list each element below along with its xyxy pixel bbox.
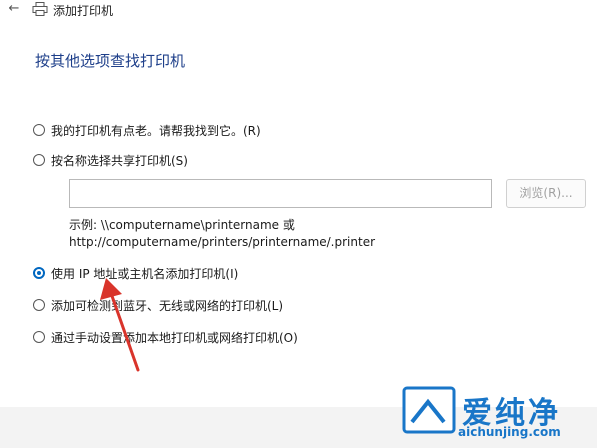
option-label: 我的打印机有点老。请帮我找到它。(R) bbox=[51, 123, 261, 138]
option-label: 通过手动设置添加本地打印机或网络打印机(O) bbox=[51, 330, 298, 345]
radio-bluetooth-wireless[interactable] bbox=[33, 299, 45, 311]
watermark-logo: 爱纯净 aichunjing.com bbox=[402, 386, 592, 444]
example-line-2: http://computername/printers/printername… bbox=[69, 235, 376, 249]
back-arrow-icon[interactable]: ← bbox=[6, 1, 22, 17]
page-heading: 按其他选项查找打印机 bbox=[35, 52, 186, 70]
example-line-1: 示例: \\computername\printername 或 bbox=[69, 218, 295, 232]
option-shared-by-name[interactable]: 按名称选择共享打印机(S) bbox=[33, 151, 188, 169]
radio-manual-local[interactable] bbox=[33, 331, 45, 343]
watermark-logo-icon bbox=[402, 386, 456, 434]
option-old-printer[interactable]: 我的打印机有点老。请帮我找到它。(R) bbox=[33, 121, 261, 139]
title-bar: ← 添加打印机 bbox=[0, 0, 597, 22]
example-text: 示例: \\computername\printername 或 http://… bbox=[69, 217, 375, 251]
printer-icon bbox=[32, 2, 48, 16]
option-bluetooth-wireless[interactable]: 添加可检测到蓝牙、无线或网络的打印机(L) bbox=[33, 296, 283, 314]
radio-old-printer[interactable] bbox=[33, 124, 45, 136]
window-title: 添加打印机 bbox=[53, 4, 114, 18]
option-ip-hostname[interactable]: 使用 IP 地址或主机名添加打印机(I) bbox=[33, 264, 238, 282]
shared-printer-name-input[interactable] bbox=[69, 179, 492, 208]
radio-ip-hostname[interactable] bbox=[33, 267, 45, 279]
watermark-url: aichunjing.com bbox=[458, 425, 561, 439]
option-label: 使用 IP 地址或主机名添加打印机(I) bbox=[51, 266, 239, 281]
browse-button[interactable]: 浏览(R)... bbox=[506, 179, 586, 208]
option-label: 按名称选择共享打印机(S) bbox=[51, 153, 188, 168]
option-manual-local[interactable]: 通过手动设置添加本地打印机或网络打印机(O) bbox=[33, 328, 298, 346]
option-label: 添加可检测到蓝牙、无线或网络的打印机(L) bbox=[51, 298, 284, 313]
radio-shared-by-name[interactable] bbox=[33, 154, 45, 166]
